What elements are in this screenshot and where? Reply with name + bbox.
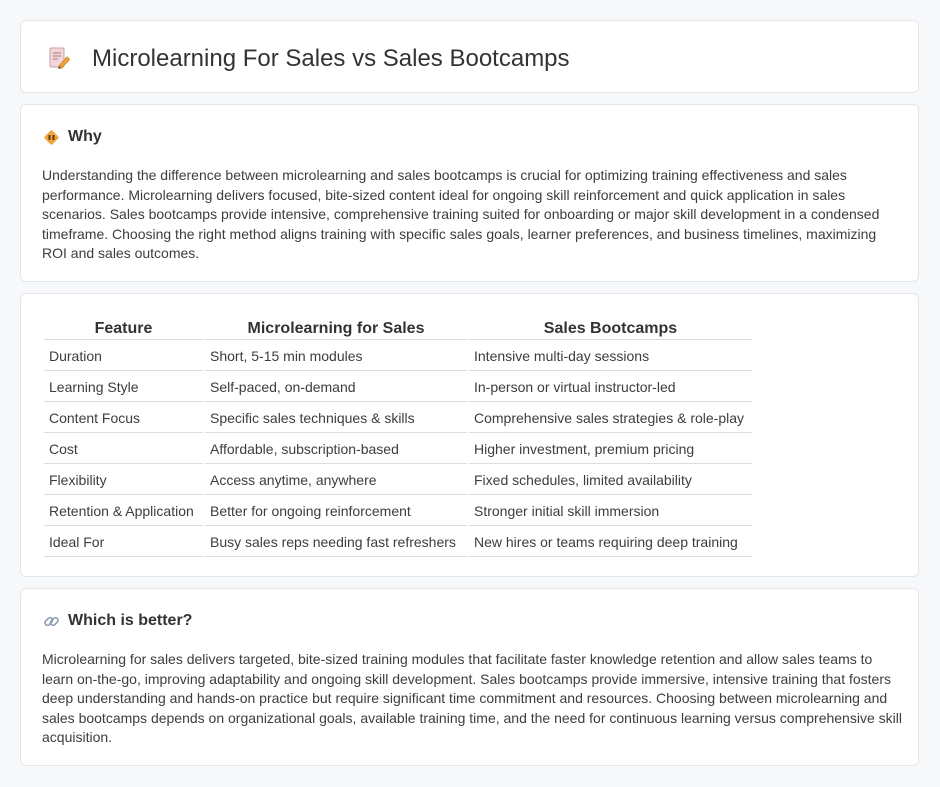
table-header-row: Feature Microlearning for Sales Sales Bo… [44, 318, 752, 340]
which-section: Which is better? Microlearning for sales… [20, 588, 919, 766]
microlearning-cell: Short, 5-15 min modules [205, 342, 467, 371]
link-icon [43, 613, 60, 630]
bootcamps-cell: Stronger initial skill immersion [469, 497, 752, 526]
table-row: Cost Affordable, subscription-based High… [44, 435, 752, 464]
feature-cell: Learning Style [44, 373, 203, 402]
microlearning-cell: Affordable, subscription-based [205, 435, 467, 464]
table-row: Learning Style Self-paced, on-demand In-… [44, 373, 752, 402]
table-row: Content Focus Specific sales techniques … [44, 404, 752, 433]
why-text: Understanding the difference between mic… [42, 167, 880, 262]
microlearning-cell: Self-paced, on-demand [205, 373, 467, 402]
bootcamps-cell: Fixed schedules, limited availability [469, 466, 752, 495]
warning-diamond-icon [43, 129, 60, 146]
feature-cell: Retention & Application [44, 497, 203, 526]
feature-cell: Ideal For [44, 528, 203, 557]
microlearning-cell: Better for ongoing reinforcement [205, 497, 467, 526]
table-row: Duration Short, 5-15 min modules Intensi… [44, 342, 752, 371]
why-title: Why [68, 128, 102, 145]
bootcamps-cell: In-person or virtual instructor-led [469, 373, 752, 402]
bootcamps-cell: New hires or teams requiring deep traini… [469, 528, 752, 557]
page-title: Microlearning For Sales vs Sales Bootcam… [92, 45, 570, 72]
table-row: Flexibility Access anytime, anywhere Fix… [44, 466, 752, 495]
microlearning-cell: Busy sales reps needing fast refreshers [205, 528, 467, 557]
why-section: Why Understanding the difference between… [20, 104, 919, 282]
comparison-table: Feature Microlearning for Sales Sales Bo… [42, 316, 754, 559]
why-heading: Why [43, 128, 102, 146]
header-microlearning: Microlearning for Sales [205, 318, 467, 340]
microlearning-cell: Specific sales techniques & skills [205, 404, 467, 433]
bootcamps-cell: Comprehensive sales strategies & role-pl… [469, 404, 752, 433]
table-row: Retention & Application Better for ongoi… [44, 497, 752, 526]
header-card: Microlearning For Sales vs Sales Bootcam… [20, 20, 919, 93]
microlearning-cell: Access anytime, anywhere [205, 466, 467, 495]
feature-cell: Content Focus [44, 404, 203, 433]
header-feature: Feature [44, 318, 203, 340]
which-heading: Which is better? [43, 612, 192, 630]
document-pencil-icon [47, 46, 71, 70]
which-text: Microlearning for sales delivers targete… [42, 651, 902, 746]
bootcamps-cell: Intensive multi-day sessions [469, 342, 752, 371]
header-bootcamps: Sales Bootcamps [469, 318, 752, 340]
comparison-section: Feature Microlearning for Sales Sales Bo… [20, 293, 919, 577]
which-title: Which is better? [68, 612, 193, 629]
table-row: Ideal For Busy sales reps needing fast r… [44, 528, 752, 557]
feature-cell: Flexibility [44, 466, 203, 495]
feature-cell: Duration [44, 342, 203, 371]
feature-cell: Cost [44, 435, 203, 464]
bootcamps-cell: Higher investment, premium pricing [469, 435, 752, 464]
